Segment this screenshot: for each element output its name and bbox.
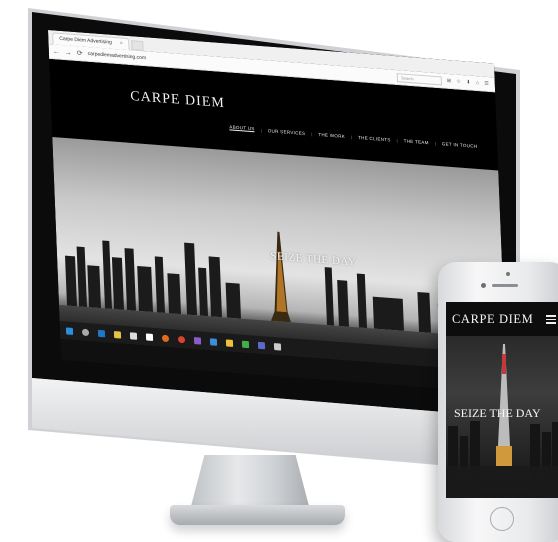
store-icon[interactable] (129, 331, 138, 340)
mail-icon[interactable] (273, 342, 282, 351)
chrome-icon[interactable] (177, 335, 186, 343)
speaker-icon (492, 284, 518, 287)
sensor-icon (506, 272, 510, 276)
mobile-hero-image: SEIZE THE DAY (446, 336, 558, 498)
nav-the-clients[interactable]: THE CLIENTS (358, 134, 391, 141)
nav-get-in-touch[interactable]: GET IN TOUCH (442, 141, 478, 149)
phone-screen: CARPE DIEM SEIZE THE DAY (446, 302, 558, 498)
files-icon[interactable] (113, 330, 122, 339)
monitor-stand-base (170, 505, 345, 525)
nav-about-us[interactable]: ABOUT US (229, 124, 255, 133)
browser-tab-title: Carpe Diem Advertising (59, 35, 112, 46)
smartphone: CARPE DIEM SEIZE THE DAY (438, 262, 558, 542)
explorer-icon[interactable] (225, 338, 234, 347)
search-input[interactable]: Search (396, 72, 443, 85)
toolbar-icons[interactable]: ⊞ ☆ ⬇ ⌂ ☰ (447, 78, 491, 87)
search-icon[interactable] (81, 328, 90, 336)
firefox-icon[interactable] (161, 334, 170, 342)
mobile-logo[interactable]: CARPE DIEM (452, 312, 533, 327)
mobile-header: CARPE DIEM (446, 302, 558, 336)
site-logo[interactable]: CARPE DIEM (130, 89, 225, 112)
forward-icon[interactable]: → (65, 49, 72, 57)
nav-our-services[interactable]: OUR SERVICES (268, 128, 306, 136)
windows-icon[interactable] (65, 326, 74, 335)
reload-icon[interactable]: ⟳ (77, 49, 83, 57)
media-icon[interactable] (241, 340, 250, 348)
nav-the-team[interactable]: THE TEAM (404, 138, 429, 145)
home-icon[interactable] (145, 332, 154, 341)
hamburger-menu-icon[interactable] (546, 315, 556, 324)
home-button[interactable] (490, 507, 514, 531)
close-icon[interactable]: × (120, 40, 123, 46)
app-icon[interactable] (209, 337, 218, 346)
mobile-hero-title: SEIZE THE DAY (454, 406, 541, 420)
nav-the-work[interactable]: THE WORK (318, 132, 345, 139)
url-field[interactable]: carpediemadvertising.com (88, 51, 147, 61)
edge-icon[interactable] (97, 329, 106, 337)
back-icon[interactable]: ← (53, 48, 60, 56)
monitor-stand (190, 455, 310, 510)
tasks-icon[interactable] (257, 341, 266, 349)
site-nav: ABOUT US | OUR SERVICES | THE WORK | THE… (229, 124, 478, 149)
photos-icon[interactable] (193, 336, 202, 345)
new-tab-button[interactable] (131, 40, 145, 52)
front-camera-icon (481, 283, 486, 288)
